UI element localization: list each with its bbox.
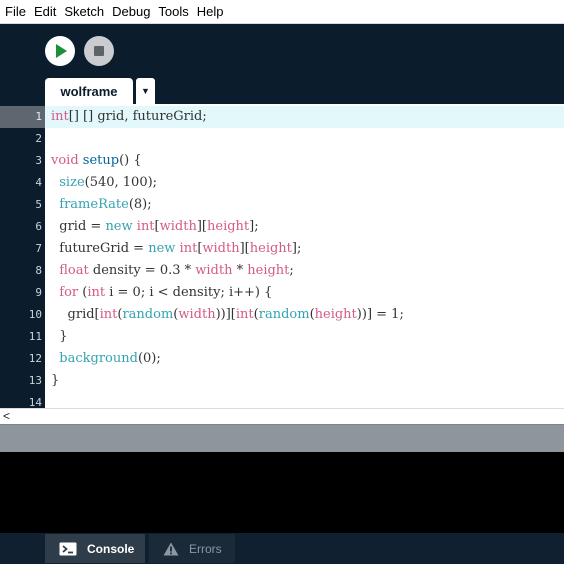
code-line[interactable]	[45, 128, 564, 150]
editor-console-divider[interactable]	[0, 424, 564, 452]
code-line[interactable]	[45, 392, 564, 408]
code-line[interactable]: int[] [] grid, futureGrid;	[45, 106, 564, 128]
line-number: 14	[28, 396, 42, 408]
line-number: 8	[35, 264, 42, 277]
stop-button[interactable]	[84, 36, 114, 66]
console-tab-label: Console	[87, 541, 135, 556]
run-button[interactable]	[45, 36, 75, 66]
menu-edit[interactable]: Edit	[30, 0, 60, 24]
play-icon	[56, 44, 67, 58]
line-number: 5	[35, 198, 42, 211]
menu-file[interactable]: File	[0, 0, 30, 24]
line-number: 9	[35, 286, 42, 299]
code-line[interactable]: }	[45, 370, 564, 392]
code-line[interactable]: float density = 0.3 * width * height;	[45, 260, 564, 282]
line-number: 11	[28, 330, 42, 343]
scroll-left-arrow[interactable]: <	[3, 409, 10, 423]
code-line[interactable]: size(540, 100);	[45, 172, 564, 194]
errors-tab[interactable]: Errors	[149, 534, 235, 563]
code-line[interactable]: for (int i = 0; i < density; i++) {	[45, 282, 564, 304]
line-number: 13	[28, 374, 42, 387]
line-number: 3	[35, 154, 42, 167]
stop-icon	[94, 46, 104, 56]
toolbar	[0, 24, 564, 78]
menu-sketch[interactable]: Sketch	[60, 0, 108, 24]
console-output	[0, 452, 564, 533]
line-number: 12	[28, 352, 42, 365]
line-number: 10	[28, 308, 42, 321]
code-line[interactable]: frameRate(8);	[45, 194, 564, 216]
code-line[interactable]: grid[int(random(width))][int(random(heig…	[45, 304, 564, 326]
tab-wolframe[interactable]: wolframe	[45, 78, 133, 104]
warning-icon	[163, 542, 179, 556]
menu-bar: File Edit Sketch Debug Tools Help	[0, 0, 564, 24]
line-number: 6	[35, 220, 42, 233]
line-number: 1	[0, 106, 45, 128]
code-line[interactable]: grid = new int[width][height];	[45, 216, 564, 238]
console-icon	[59, 542, 77, 556]
code-line[interactable]: futureGrid = new int[width][height];	[45, 238, 564, 260]
horizontal-scrollbar[interactable]: <	[0, 408, 564, 424]
errors-tab-label: Errors	[189, 541, 222, 556]
line-number: 4	[35, 176, 42, 189]
line-number-gutter: 1 2 3 4 5 6 7 8 9 10 11 12 13 14	[0, 104, 45, 408]
menu-debug[interactable]: Debug	[108, 0, 154, 24]
line-number: 2	[35, 132, 42, 145]
tab-bar: wolframe ▼	[0, 78, 564, 104]
code-line[interactable]: void setup() {	[45, 150, 564, 172]
menu-help[interactable]: Help	[193, 0, 228, 24]
menu-tools[interactable]: Tools	[154, 0, 192, 24]
bottom-tab-bar: Console Errors	[0, 533, 564, 564]
console-tab[interactable]: Console	[45, 534, 145, 563]
code-line[interactable]: }	[45, 326, 564, 348]
tab-menu-button[interactable]: ▼	[136, 78, 155, 104]
code-editor[interactable]: 1 2 3 4 5 6 7 8 9 10 11 12 13 14 int[] […	[0, 104, 564, 408]
line-number: 7	[35, 242, 42, 255]
code-line[interactable]: background(0);	[45, 348, 564, 370]
